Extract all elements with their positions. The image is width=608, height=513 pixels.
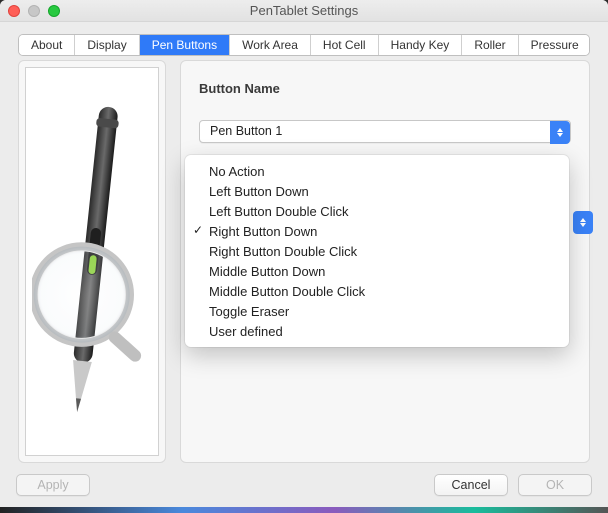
tab-roller[interactable]: Roller: [462, 35, 518, 55]
zoom-icon[interactable]: [48, 5, 60, 17]
tab-about[interactable]: About: [19, 35, 75, 55]
dropdown-item-left-down[interactable]: Left Button Down: [185, 181, 569, 201]
pen-preview-panel: [18, 60, 166, 463]
dropdown-item-toggle-eraser[interactable]: Toggle Eraser: [185, 301, 569, 321]
dropdown-item-left-double[interactable]: Left Button Double Click: [185, 201, 569, 221]
button-select-row: Pen Button 1: [199, 120, 571, 143]
minimize-icon[interactable]: [28, 5, 40, 17]
button-name-select-value: Pen Button 1: [210, 124, 282, 138]
dialog-footer: Apply Cancel OK: [0, 463, 608, 507]
tab-bar: About Display Pen Buttons Work Area Hot …: [18, 34, 590, 56]
button-settings-panel: Button Name Pen Button 1 No Action Left …: [180, 60, 590, 463]
tab-handy-key[interactable]: Handy Key: [379, 35, 463, 55]
close-icon[interactable]: [8, 5, 20, 17]
dropdown-item-right-down[interactable]: Right Button Down: [185, 221, 569, 241]
dropdown-item-user-defined[interactable]: User defined: [185, 321, 569, 341]
tab-hot-cell[interactable]: Hot Cell: [311, 35, 379, 55]
apply-button[interactable]: Apply: [16, 474, 90, 496]
settings-window: PenTablet Settings About Display Pen But…: [0, 0, 608, 507]
chevron-updown-icon[interactable]: [550, 121, 570, 144]
tab-pen-buttons[interactable]: Pen Buttons: [140, 35, 230, 55]
dropdown-item-right-double[interactable]: Right Button Double Click: [185, 241, 569, 261]
dropdown-item-no-action[interactable]: No Action: [185, 161, 569, 181]
dropdown-item-middle-down[interactable]: Middle Button Down: [185, 261, 569, 281]
tab-pressure[interactable]: Pressure: [519, 35, 590, 55]
tab-display[interactable]: Display: [75, 35, 139, 55]
dock-strip: [0, 507, 608, 513]
window-title: PenTablet Settings: [8, 3, 600, 18]
dropdown-item-middle-double[interactable]: Middle Button Double Click: [185, 281, 569, 301]
window-controls: [8, 5, 60, 17]
pen-illustration: [25, 67, 159, 456]
action-dropdown[interactable]: No Action Left Button Down Left Button D…: [185, 155, 569, 347]
titlebar: PenTablet Settings: [0, 0, 608, 22]
ok-button[interactable]: OK: [518, 474, 592, 496]
chevron-updown-icon[interactable]: [573, 211, 593, 234]
content-area: Button Name Pen Button 1 No Action Left …: [18, 60, 590, 463]
button-name-label: Button Name: [199, 81, 571, 96]
cancel-button[interactable]: Cancel: [434, 474, 508, 496]
button-name-select[interactable]: Pen Button 1: [199, 120, 571, 143]
tab-work-area[interactable]: Work Area: [230, 35, 311, 55]
